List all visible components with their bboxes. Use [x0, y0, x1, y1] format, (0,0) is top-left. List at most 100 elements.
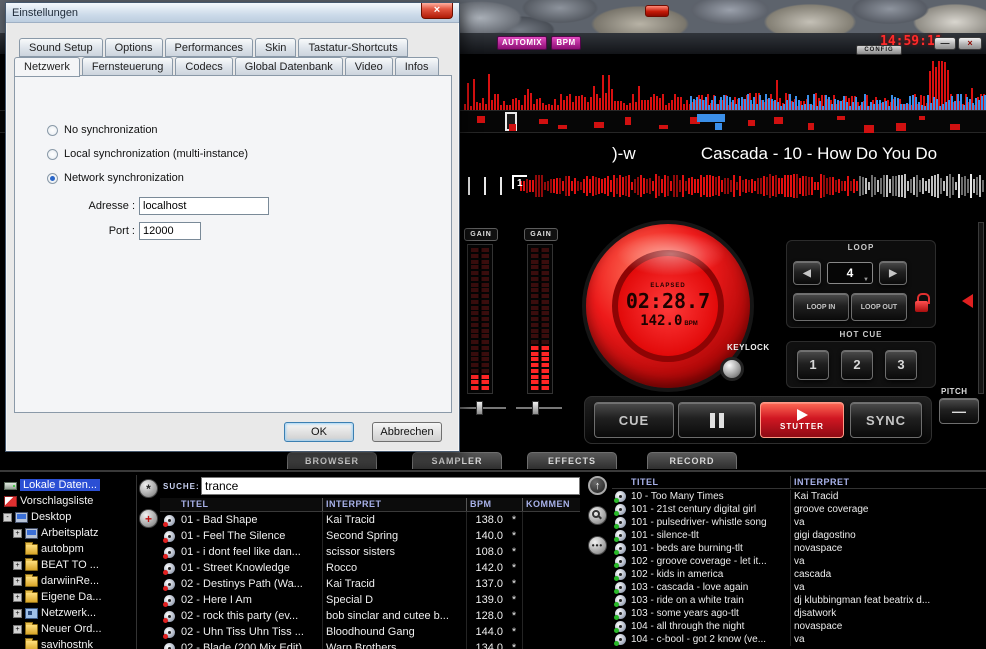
playlist-row[interactable]: 104 - c-bool - got 2 know (ve...va: [612, 633, 986, 646]
hot-cue-button-3[interactable]: 3: [885, 350, 917, 380]
tree-item-desktop[interactable]: -Desktop: [0, 509, 136, 525]
loop-out-button[interactable]: LOOP OUT: [851, 293, 907, 321]
table-row[interactable]: 01 - Street KnowledgeRocco142.0*: [160, 560, 580, 576]
column-header-interpret[interactable]: INTERPRET: [322, 498, 466, 511]
hot-cue-button-1[interactable]: 1: [797, 350, 829, 380]
radio-option-local-synchronization-multi-instance[interactable]: Local synchronization (multi-instance): [47, 146, 248, 162]
cue-button[interactable]: CUE: [594, 402, 674, 438]
automix-button[interactable]: AUTOMIX: [497, 36, 547, 50]
dialog-tab-netzwerk[interactable]: Netzwerk: [14, 57, 80, 77]
tab-record[interactable]: RECORD: [647, 452, 737, 469]
dialog-tab-global-datenbank[interactable]: Global Datenbank: [235, 57, 343, 76]
smart-lock-icon[interactable]: [915, 293, 929, 313]
dialog-close-button[interactable]: ×: [421, 3, 453, 19]
column-header-bpm[interactable]: BPM: [466, 498, 506, 511]
playlist-row[interactable]: 104 - all through the nightnovaspace: [612, 620, 986, 633]
tree-item-netzwerk[interactable]: +Netzwerk...: [0, 605, 136, 621]
pause-button[interactable]: [678, 402, 756, 438]
dialog-tab-video[interactable]: Video: [345, 57, 393, 76]
add-button[interactable]: +: [139, 509, 158, 528]
playlist-row[interactable]: 102 - kids in americacascada: [612, 568, 986, 581]
table-row[interactable]: 02 - Uhn Tiss Uhn Tiss ...Bloodhound Gan…: [160, 624, 580, 640]
column-header-titel[interactable]: TITEL: [628, 476, 790, 488]
tree-expander[interactable]: +: [13, 577, 22, 586]
pitch-slider-track[interactable]: [978, 222, 984, 394]
column-header-kommen[interactable]: KOMMEN: [522, 498, 580, 511]
dialog-tab-infos[interactable]: Infos: [395, 57, 439, 76]
adresse-field[interactable]: [139, 197, 269, 215]
playlist-row[interactable]: 101 - 21st century digital girlgroove co…: [612, 503, 986, 516]
dialog-tab-skin[interactable]: Skin: [255, 38, 296, 57]
cancel-button[interactable]: Abbrechen: [372, 422, 442, 442]
table-row[interactable]: 02 - Here I AmSpecial D139.0*: [160, 592, 580, 608]
table-row[interactable]: 01 - Feel The SilenceSecond Spring140.0*: [160, 528, 580, 544]
sync-button[interactable]: SYNC: [850, 402, 922, 438]
slider-handle[interactable]: [532, 401, 539, 415]
scroll-up-button[interactable]: ↑: [588, 476, 607, 495]
radio-option-network-synchronization[interactable]: Network synchronization: [47, 170, 184, 186]
tree-item-eigene-da[interactable]: +Eigene Da...: [0, 589, 136, 605]
tree-item-lokale-daten[interactable]: Lokale Daten...: [0, 477, 136, 493]
dialog-titlebar[interactable]: Einstellungen ×: [6, 3, 459, 23]
table-row[interactable]: 01 - Bad ShapeKai Tracid138.0*: [160, 512, 580, 528]
tree-item-autobpm[interactable]: autobpm: [0, 541, 136, 557]
keylock-knob[interactable]: [720, 357, 744, 381]
slider-handle[interactable]: [476, 401, 483, 415]
dialog-tab-options[interactable]: Options: [105, 38, 163, 57]
tree-expander[interactable]: +: [13, 593, 22, 602]
radio-option-no-synchronization[interactable]: No synchronization: [47, 122, 158, 138]
dialog-tab-fernsteuerung[interactable]: Fernsteuerung: [82, 57, 174, 76]
search-circle-button[interactable]: [588, 506, 607, 525]
tree-item-arbeitsplatz[interactable]: +Arbeitsplatz: [0, 525, 136, 541]
skin-red-button[interactable]: [645, 5, 669, 17]
tab-effects[interactable]: EFFECTS: [527, 452, 617, 469]
playlist-row[interactable]: 103 - cascada - love againva: [612, 581, 986, 594]
hot-cue-button-2[interactable]: 2: [841, 350, 873, 380]
loop-in-button[interactable]: LOOP IN: [793, 293, 849, 321]
loop-double-button[interactable]: ▶: [879, 261, 907, 285]
tree-item-neuer-ord[interactable]: +Neuer Ord...: [0, 621, 136, 637]
tree-expander[interactable]: -: [3, 513, 12, 522]
playlist-row[interactable]: 10 - Too Many TimesKai Tracid: [612, 490, 986, 503]
table-row[interactable]: 01 - i dont feel like dan...scissor sist…: [160, 544, 580, 560]
playlist-row[interactable]: 101 - beds are burning-tltnovaspace: [612, 542, 986, 555]
table-row[interactable]: 02 - Blade (200 Mix Edit)Warp Brothers13…: [160, 640, 580, 649]
playlist-row[interactable]: 103 - ride on a white traindj klubbingma…: [612, 594, 986, 607]
tree-item-vorschlagsliste[interactable]: Vorschlagsliste: [0, 493, 136, 509]
playlist-row[interactable]: 102 - groove coverage - let it...va: [612, 555, 986, 568]
gain-slider-a[interactable]: [460, 400, 506, 416]
config-button[interactable]: CONFIG: [856, 45, 902, 55]
search-input[interactable]: [201, 477, 580, 495]
column-header-titel[interactable]: TITEL: [178, 498, 322, 511]
tree-expander[interactable]: +: [13, 529, 22, 538]
table-row[interactable]: 02 - Destinys Path (Wa...Kai Tracid137.0…: [160, 576, 580, 592]
tree-item-beat-to[interactable]: +BEAT TO ...: [0, 557, 136, 573]
port-field[interactable]: [139, 222, 201, 240]
close-button[interactable]: ×: [958, 37, 982, 50]
playlist-row[interactable]: 101 - silence-tltgigi dagostino: [612, 529, 986, 542]
more-button[interactable]: •••: [588, 536, 607, 555]
browser-options-button[interactable]: *: [139, 479, 158, 498]
loop-length-select[interactable]: 4▼: [827, 262, 873, 284]
dialog-tab-performances[interactable]: Performances: [165, 38, 253, 57]
tree-item-darwiinre[interactable]: +darwiinRe...: [0, 573, 136, 589]
playlist-row[interactable]: 101 - pulsedriver- whistle songva: [612, 516, 986, 529]
dialog-tab-codecs[interactable]: Codecs: [175, 57, 232, 76]
ok-button[interactable]: OK: [284, 422, 354, 442]
tab-browser[interactable]: BROWSER: [287, 452, 377, 469]
playlist-row[interactable]: 103 - some years ago-tltdjsatwork: [612, 607, 986, 620]
pitch-bend-minus-button[interactable]: —: [939, 398, 979, 424]
tree-expander[interactable]: +: [13, 625, 22, 634]
stutter-play-button[interactable]: STUTTER: [760, 402, 844, 438]
tree-expander[interactable]: +: [13, 609, 22, 618]
dialog-tab-sound-setup[interactable]: Sound Setup: [19, 38, 103, 57]
table-row[interactable]: 02 - rock this party (ev...bob sinclar a…: [160, 608, 580, 624]
loop-halve-button[interactable]: ◀: [793, 261, 821, 285]
tree-item-savihostnk[interactable]: savihostnk: [0, 637, 136, 649]
minimize-button[interactable]: —: [934, 37, 956, 50]
bpm-button[interactable]: BPM: [551, 36, 581, 50]
tree-expander[interactable]: +: [13, 561, 22, 570]
tab-sampler[interactable]: SAMPLER: [412, 452, 502, 469]
gain-slider-b[interactable]: [516, 400, 562, 416]
column-header-interpret[interactable]: INTERPRET: [790, 476, 986, 488]
